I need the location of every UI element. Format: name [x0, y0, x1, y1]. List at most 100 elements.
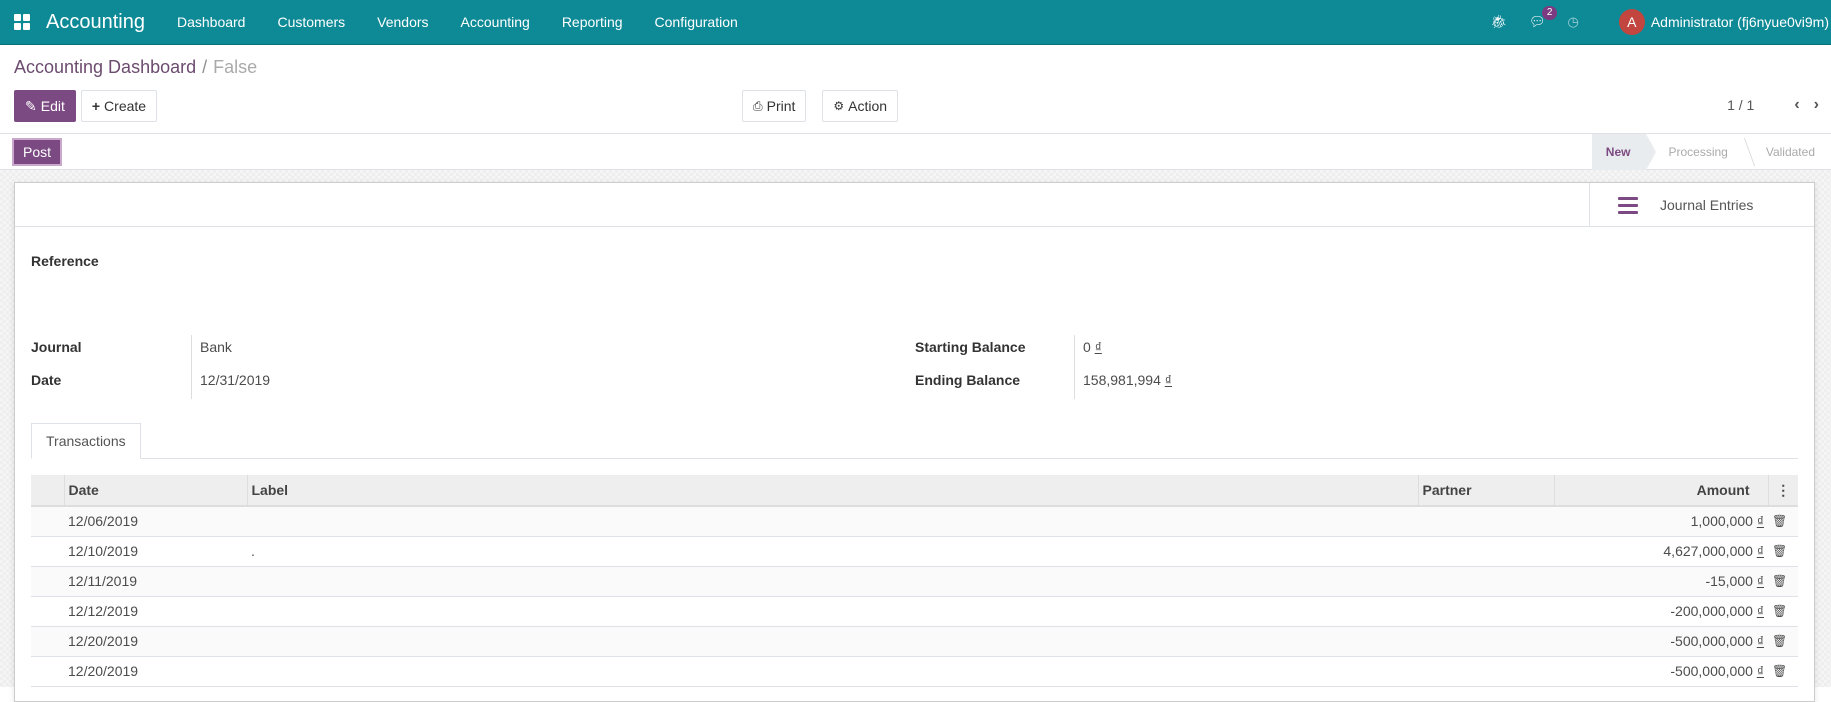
row-label [247, 656, 1418, 687]
menu-customers[interactable]: Customers [277, 14, 345, 30]
breadcrumb-current: False [213, 57, 258, 77]
row-label [247, 626, 1418, 657]
row-date: 12/20/2019 [64, 626, 247, 657]
tab-transactions[interactable]: Transactions [31, 423, 141, 459]
breadcrumb-separator: / [202, 57, 208, 77]
delete-row-trash-icon[interactable]: 🗑︎ [1768, 596, 1798, 627]
stage-validated[interactable]: Validated [1748, 134, 1831, 170]
pager-previous-icon[interactable]: ‹ [1794, 96, 1799, 114]
breadcrumb-parent[interactable]: Accounting Dashboard [14, 57, 196, 77]
table-row[interactable]: 12/20/2019 -500,000,000 ₫ 🗑︎ [31, 656, 1798, 687]
list-bars-icon [1618, 196, 1638, 214]
delete-row-trash-icon[interactable]: 🗑︎ [1768, 656, 1798, 687]
pager-value[interactable]: 1 / 1 [1727, 97, 1754, 113]
header-handle [31, 475, 64, 507]
row-handle [31, 566, 64, 597]
ending-balance-label: Ending Balance [915, 372, 1021, 388]
currency-symbol: ₫ [1094, 339, 1102, 355]
form-buttons: ✎ Edit + Create [14, 90, 158, 122]
delete-row-trash-icon[interactable]: 🗑︎ [1768, 506, 1798, 537]
post-button[interactable]: Post [12, 138, 63, 166]
row-amount: -15,000 ₫ [1554, 566, 1768, 597]
table-header-row: Date Label Partner Amount ⋮ [31, 475, 1798, 507]
reference-label: Reference [31, 253, 99, 269]
header-date[interactable]: Date [63, 475, 247, 507]
row-label [247, 506, 1418, 537]
delete-row-trash-icon[interactable]: 🗑︎ [1768, 566, 1798, 597]
row-partner [1418, 596, 1554, 627]
table-row[interactable]: 12/10/2019 . 4,627,000,000 ₫ 🗑︎ [31, 536, 1798, 567]
ending-balance-amount: 158,981,994 [1083, 372, 1161, 388]
row-amount: -200,000,000 ₫ [1554, 596, 1768, 627]
debug-bug-icon[interactable]: 🐞︎ [1490, 14, 1507, 30]
messages-badge: 2 [1541, 6, 1558, 20]
sidebar-buttons: ⎙ Print ⚙ Action [742, 90, 899, 122]
button-box: Journal Entries [15, 183, 1814, 227]
table-row[interactable]: 12/11/2019 -15,000 ₫ 🗑︎ [31, 566, 1798, 597]
row-handle [31, 656, 64, 687]
systray: 🐞︎ 💬︎ 2 ◷ A Administrator (fj6nyue0vi9m) [1490, 0, 1831, 44]
pager-next-icon[interactable]: › [1814, 96, 1819, 114]
row-date: 12/06/2019 [64, 506, 247, 537]
row-partner [1418, 506, 1554, 537]
row-date: 12/20/2019 [64, 656, 247, 687]
column-options-icon[interactable]: ⋮ [1767, 475, 1798, 507]
field-divider [1074, 335, 1075, 399]
row-handle [31, 596, 64, 627]
menu-reporting[interactable]: Reporting [562, 14, 623, 30]
row-label: . [247, 536, 1418, 567]
row-handle [31, 626, 64, 657]
ending-balance-value: 158,981,994 ₫ [1083, 372, 1172, 388]
date-value: 12/31/2019 [200, 372, 271, 388]
apps-menu-icon[interactable] [14, 14, 30, 30]
starting-balance-label: Starting Balance [915, 339, 1026, 355]
menu-dashboard[interactable]: Dashboard [177, 14, 246, 30]
action-button[interactable]: ⚙ Action [822, 90, 899, 122]
row-partner [1418, 626, 1554, 657]
activity-clock-icon[interactable]: ◷ [1567, 14, 1578, 30]
journal-label: Journal [31, 339, 82, 355]
row-partner [1418, 536, 1554, 567]
row-amount: 1,000,000 ₫ [1554, 506, 1768, 537]
row-partner [1418, 566, 1554, 597]
create-button[interactable]: + Create [80, 90, 158, 122]
statusbar: Post New Processing Validated [0, 134, 1831, 170]
journal-entries-button[interactable]: Journal Entries [1589, 183, 1814, 227]
menu-vendors[interactable]: Vendors [377, 14, 428, 30]
edit-label: Edit [40, 98, 65, 114]
date-label: Date [31, 372, 62, 388]
row-date: 12/11/2019 [64, 566, 247, 597]
row-amount: -500,000,000 ₫ [1554, 626, 1768, 657]
header-partner[interactable]: Partner [1417, 475, 1554, 507]
user-menu[interactable]: Administrator (fj6nyue0vi9m) [1651, 14, 1829, 30]
breadcrumb: Accounting Dashboard / False [14, 57, 257, 78]
edit-button[interactable]: ✎ Edit [14, 90, 76, 122]
row-partner [1418, 656, 1554, 687]
table-row[interactable]: 12/06/2019 1,000,000 ₫ 🗑︎ [31, 506, 1798, 537]
journal-value: Bank [200, 339, 232, 355]
table-row[interactable]: 12/20/2019 -500,000,000 ₫ 🗑︎ [31, 626, 1798, 657]
plus-icon: + [91, 98, 101, 114]
transactions-table: Date Label Partner Amount ⋮ 12/06/2019 1… [31, 475, 1798, 687]
menu-accounting[interactable]: Accounting [461, 14, 530, 30]
gear-icon: ⚙ [833, 99, 845, 113]
app-name[interactable]: Accounting [46, 11, 145, 34]
delete-row-trash-icon[interactable]: 🗑︎ [1768, 536, 1798, 567]
table-row[interactable]: 12/12/2019 -200,000,000 ₫ 🗑︎ [31, 596, 1798, 627]
user-avatar[interactable]: A [1618, 9, 1645, 35]
stage-processing[interactable]: Processing [1646, 134, 1747, 170]
delete-row-trash-icon[interactable]: 🗑︎ [1768, 626, 1798, 657]
stage-pipeline: New Processing Validated [1591, 134, 1831, 170]
menu-configuration[interactable]: Configuration [655, 14, 738, 30]
print-button[interactable]: ⎙ Print [742, 90, 807, 122]
action-label: Action [848, 98, 888, 114]
header-label[interactable]: Label [246, 475, 1418, 507]
row-label [247, 566, 1418, 597]
messages-icon[interactable]: 💬︎ 2 [1529, 6, 1558, 30]
journal-entries-label: Journal Entries [1660, 197, 1754, 213]
row-handle [31, 536, 64, 567]
top-navbar: Accounting Dashboard Customers Vendors A… [0, 0, 1831, 45]
header-amount[interactable]: Amount [1553, 475, 1768, 507]
row-amount: -500,000,000 ₫ [1554, 656, 1768, 687]
stage-new[interactable]: New [1591, 134, 1657, 170]
